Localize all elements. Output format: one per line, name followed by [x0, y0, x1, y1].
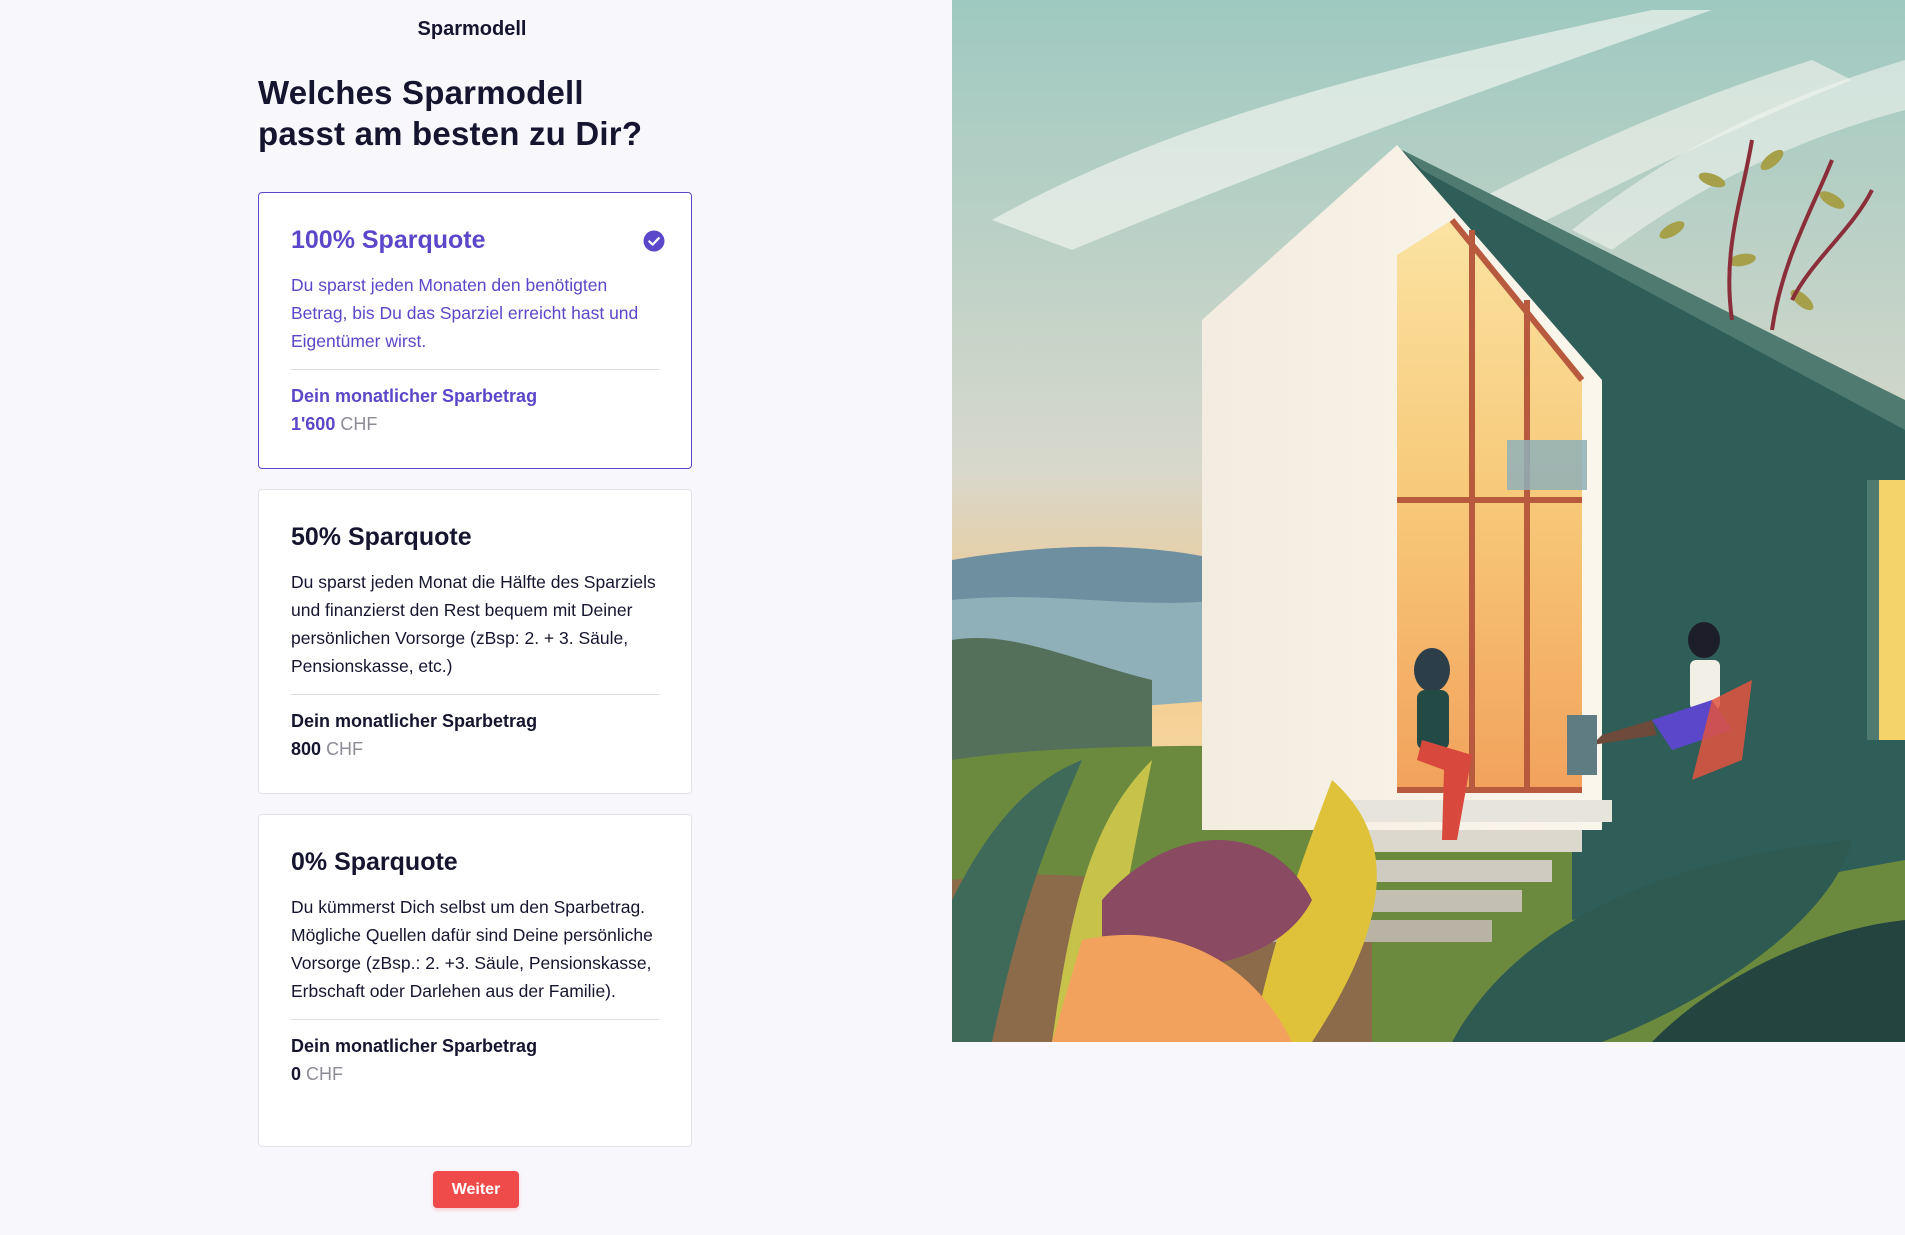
option-card-0-percent[interactable]: 0% Sparquote Du kümmerst Dich selbst um …: [258, 814, 692, 1147]
check-circle-icon: [643, 230, 665, 252]
amount-value: 0 CHF: [291, 1060, 659, 1088]
amount-number: 800: [291, 739, 322, 759]
amount-currency: CHF: [340, 414, 378, 434]
amount-currency: CHF: [306, 1064, 344, 1084]
page-title: Welches Sparmodell passt am besten zu Di…: [258, 74, 643, 152]
next-button[interactable]: Weiter: [433, 1171, 519, 1208]
amount-value: 1'600 CHF: [291, 410, 659, 438]
amount-label: Dein monatlicher Sparbetrag: [291, 711, 538, 731]
option-description: Du kümmerst Dich selbst um den Sparbetra…: [291, 897, 653, 1001]
house-illustration: [952, 0, 1905, 1042]
amount-number: 1'600: [291, 414, 336, 434]
divider: [291, 1019, 659, 1020]
step-label: Sparmodell: [417, 18, 527, 40]
option-card-50-percent[interactable]: 50% Sparquote Du sparst jeden Monat die …: [258, 489, 692, 794]
amount-currency: CHF: [326, 739, 364, 759]
option-title: 100% Sparquote: [291, 226, 486, 254]
option-card-100-percent[interactable]: 100% Sparquote Du sparst jeden Monaten d…: [258, 192, 692, 469]
option-description: Du sparst jeden Monaten den benötigten B…: [291, 275, 639, 351]
left-panel: Sparmodell Welches Sparmodell passt am b…: [0, 0, 952, 1235]
option-description: Du sparst jeden Monat die Hälfte des Spa…: [291, 572, 656, 676]
divider: [291, 694, 659, 695]
option-title: 50% Sparquote: [291, 523, 472, 551]
amount-number: 0: [291, 1064, 302, 1084]
divider: [291, 369, 659, 370]
option-title: 0% Sparquote: [291, 848, 458, 876]
amount-label: Dein monatlicher Sparbetrag: [291, 1036, 538, 1056]
amount-label: Dein monatlicher Sparbetrag: [291, 386, 538, 406]
amount-value: 800 CHF: [291, 735, 659, 763]
